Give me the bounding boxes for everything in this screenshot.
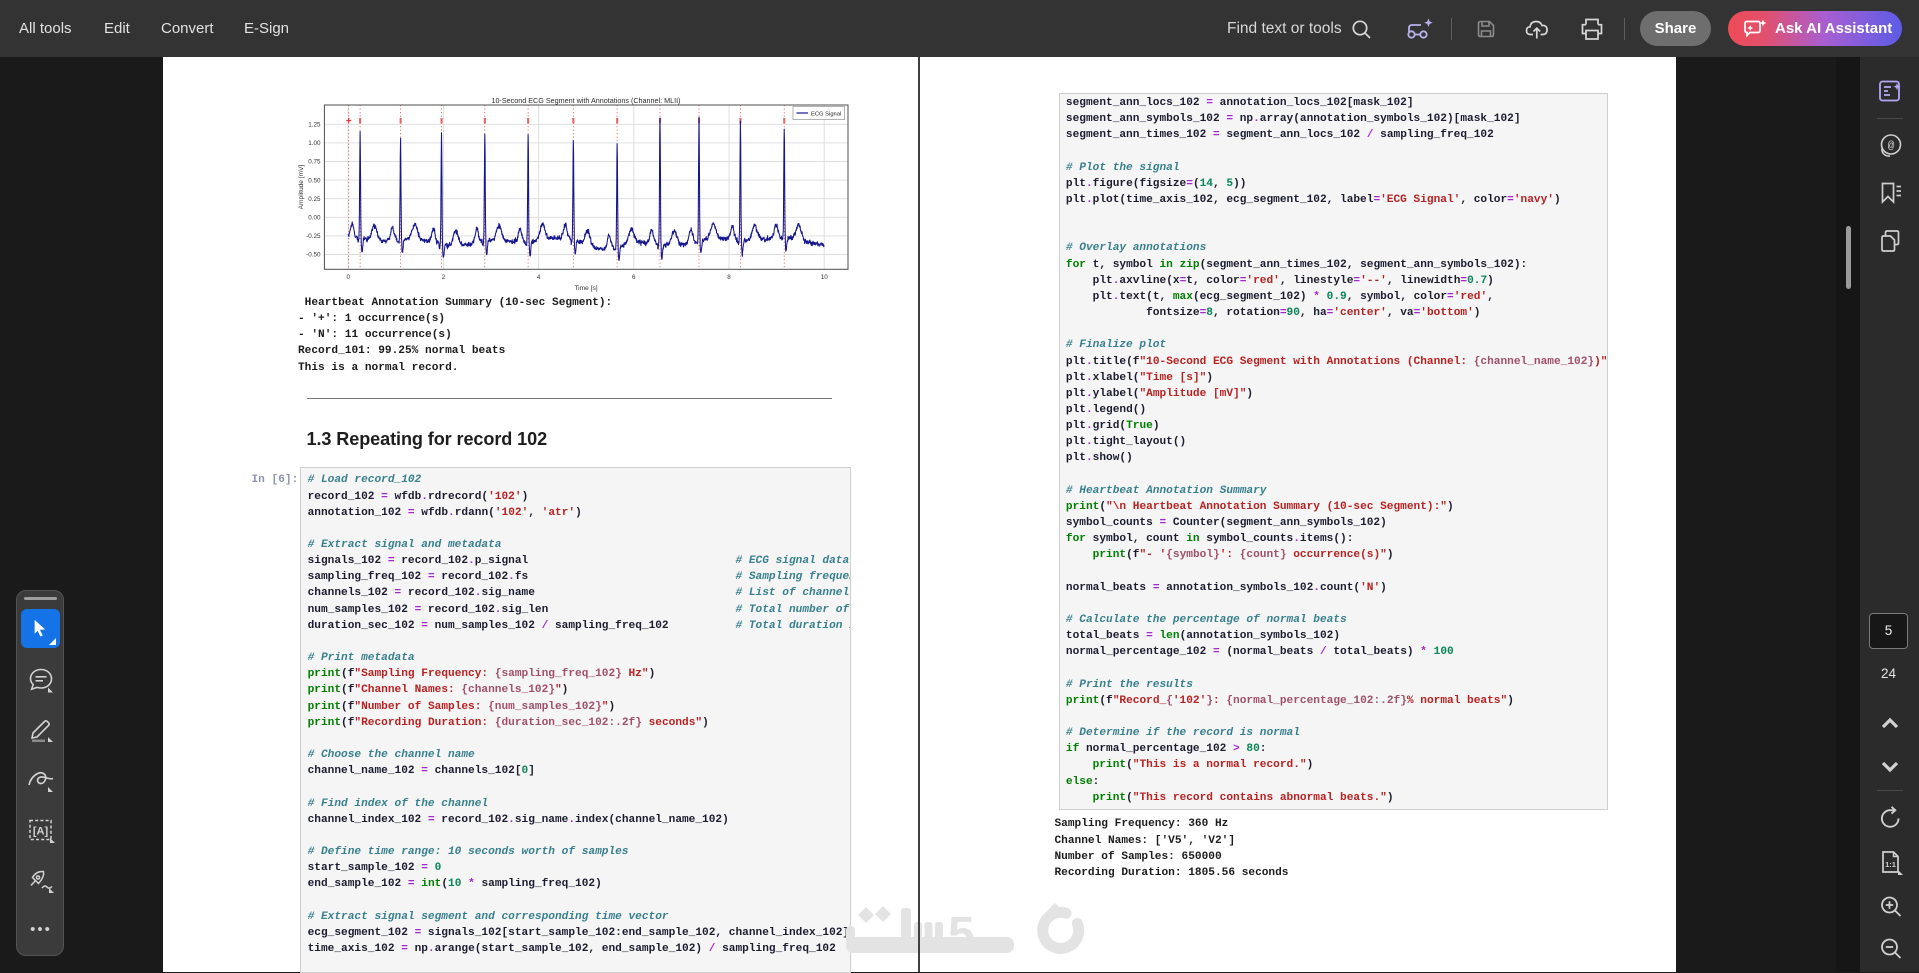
svg-text:1.00: 1.00 — [308, 140, 321, 147]
svg-text:0.00: 0.00 — [308, 215, 321, 222]
svg-text:ECG Signal: ECG Signal — [811, 111, 841, 117]
svg-text:@: @ — [1888, 141, 1895, 153]
svg-text:1.25: 1.25 — [308, 122, 321, 129]
svg-text:0.50: 0.50 — [308, 177, 321, 184]
svg-text:4: 4 — [537, 274, 541, 281]
svg-text:Time [s]: Time [s] — [574, 285, 597, 292]
svg-text:-0.25: -0.25 — [306, 233, 321, 240]
svg-text:[A]: [A] — [33, 826, 49, 838]
svg-text:0.75: 0.75 — [308, 159, 321, 166]
svg-text:2: 2 — [442, 274, 446, 281]
svg-text:1:1: 1:1 — [1885, 860, 1896, 869]
svg-text:Amplitude [mV]: Amplitude [mV] — [298, 164, 305, 209]
svg-text:10-Second ECG Segment with Ann: 10-Second ECG Segment with Annotations (… — [492, 96, 681, 105]
svg-text:5: 5 — [948, 908, 975, 961]
svg-text:6: 6 — [632, 274, 636, 281]
svg-text:0: 0 — [346, 274, 350, 281]
svg-text:-0.50: -0.50 — [306, 252, 321, 259]
svg-text:8: 8 — [727, 274, 731, 281]
svg-text:0.25: 0.25 — [308, 196, 321, 203]
svg-text:10: 10 — [821, 274, 829, 281]
